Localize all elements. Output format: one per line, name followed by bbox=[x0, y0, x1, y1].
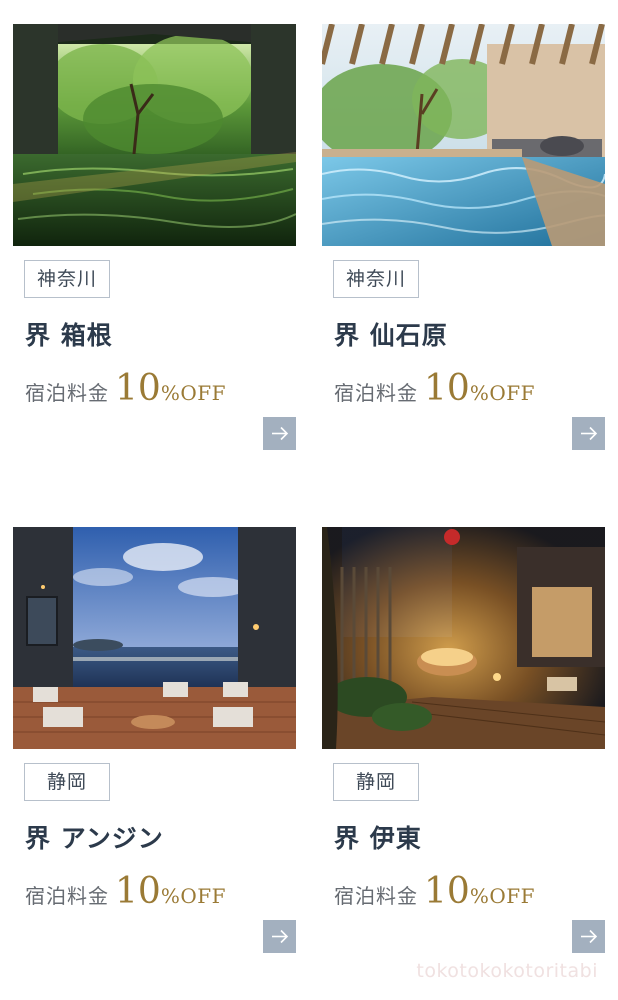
discount-unit: %OFF bbox=[469, 884, 535, 908]
region-tag: 神奈川 bbox=[333, 260, 419, 298]
hotel-name[interactable]: 界 箱根 bbox=[25, 316, 113, 352]
region-tag: 神奈川 bbox=[24, 260, 110, 298]
hotel-card-hakone[interactable]: 神奈川 界 箱根 宿泊料金 10%OFF bbox=[13, 24, 296, 450]
arrow-right-icon bbox=[272, 929, 289, 944]
hotel-card-sengokuhara[interactable]: 神奈川 界 仙石原 宿泊料金 10%OFF bbox=[322, 24, 605, 450]
arrow-right-icon bbox=[272, 426, 289, 441]
price-label: 宿泊料金 bbox=[25, 381, 109, 405]
price-discount: 宿泊料金 10%OFF bbox=[334, 368, 535, 409]
hotel-card-anjin[interactable]: 静岡 界 アンジン 宿泊料金 10%OFF bbox=[13, 527, 296, 953]
price-discount: 宿泊料金 10%OFF bbox=[25, 368, 226, 409]
price-label: 宿泊料金 bbox=[334, 381, 418, 405]
night-garden-bath-photo[interactable] bbox=[322, 527, 605, 749]
discount-unit: %OFF bbox=[160, 381, 226, 405]
detail-link-button[interactable] bbox=[263, 920, 296, 953]
hotel-name[interactable]: 界 仙石原 bbox=[334, 316, 448, 352]
discount-value: 10 bbox=[115, 871, 161, 912]
hotel-name[interactable]: 界 伊東 bbox=[334, 819, 422, 855]
onsen-forest-photo[interactable] bbox=[13, 24, 296, 246]
price-label: 宿泊料金 bbox=[334, 884, 418, 908]
price-label: 宿泊料金 bbox=[25, 884, 109, 908]
ocean-terrace-photo[interactable] bbox=[13, 527, 296, 749]
price-discount: 宿泊料金 10%OFF bbox=[25, 871, 226, 912]
region-tag: 静岡 bbox=[333, 763, 419, 801]
watermark-text: tokotokokotoritabi bbox=[416, 960, 598, 982]
discount-unit: %OFF bbox=[160, 884, 226, 908]
arrow-right-icon bbox=[581, 426, 598, 441]
hotel-card-grid: 神奈川 界 箱根 宿泊料金 10%OFF 神奈川 界 仙石原 宿泊料金 10%O… bbox=[0, 0, 618, 1000]
detail-link-button[interactable] bbox=[572, 417, 605, 450]
region-tag: 静岡 bbox=[24, 763, 110, 801]
price-discount: 宿泊料金 10%OFF bbox=[334, 871, 535, 912]
discount-value: 10 bbox=[424, 871, 470, 912]
detail-link-button[interactable] bbox=[572, 920, 605, 953]
discount-unit: %OFF bbox=[469, 381, 535, 405]
discount-value: 10 bbox=[424, 368, 470, 409]
open-air-bath-photo[interactable] bbox=[322, 24, 605, 246]
discount-value: 10 bbox=[115, 368, 161, 409]
hotel-card-ito[interactable]: 静岡 界 伊東 宿泊料金 10%OFF bbox=[322, 527, 605, 953]
hotel-name[interactable]: 界 アンジン bbox=[25, 819, 164, 855]
arrow-right-icon bbox=[581, 929, 598, 944]
detail-link-button[interactable] bbox=[263, 417, 296, 450]
